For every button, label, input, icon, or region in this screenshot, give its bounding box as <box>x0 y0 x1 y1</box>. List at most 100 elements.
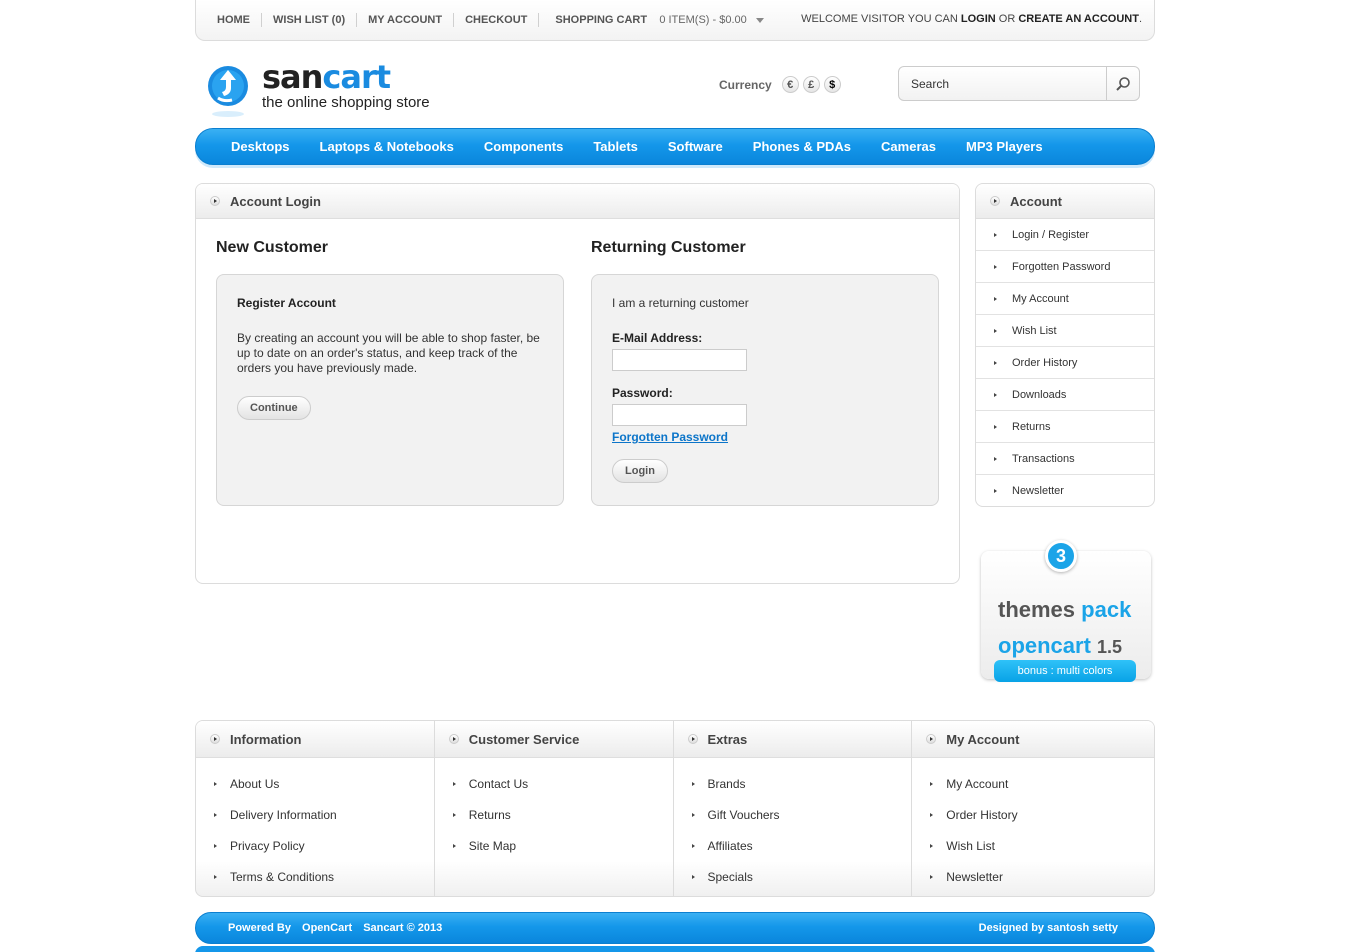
footer-link-wish-list[interactable]: Wish List <box>912 830 1154 861</box>
top-bar: HOME WISH LIST (0) MY ACCOUNT CHECKOUT S… <box>195 0 1155 41</box>
logo-part1: san <box>262 58 323 96</box>
currency-euro-button[interactable]: € <box>781 76 799 93</box>
nav-item-cameras[interactable]: Cameras <box>866 129 951 165</box>
nav-item-laptops[interactable]: Laptops & Notebooks <box>305 129 469 165</box>
banner-bonus: bonus : multi colors <box>994 660 1136 682</box>
arrow-right-icon <box>214 781 217 786</box>
welcome-prefix: WELCOME VISITOR YOU CAN <box>801 13 961 25</box>
footer-link-site-map[interactable]: Site Map <box>435 830 673 861</box>
sidebar-title: Account <box>1010 193 1062 209</box>
top-nav: HOME WISH LIST (0) MY ACCOUNT CHECKOUT S… <box>206 13 774 27</box>
search-button[interactable] <box>1106 67 1139 100</box>
top-link-my-account[interactable]: MY ACCOUNT <box>357 13 455 27</box>
returning-customer-title: Returning Customer <box>591 239 746 256</box>
register-account-title: Register Account <box>237 296 336 310</box>
footer-link-label: About Us <box>230 776 280 791</box>
footer-link-terms[interactable]: Terms & Conditions <box>196 861 434 892</box>
footer-column-my-account: My Account My Account Order History Wish… <box>912 721 1154 896</box>
footer-link-my-account[interactable]: My Account <box>912 768 1154 799</box>
copyright-text: Sancart © 2013 <box>363 922 443 934</box>
footer-link-newsletter[interactable]: Newsletter <box>912 861 1154 892</box>
arrow-right-icon <box>691 874 695 879</box>
sidebar-item-order-history[interactable]: Order History <box>976 347 1154 379</box>
themes-pack-banner[interactable]: themes pack opencart 1.5 3 bonus : multi… <box>981 540 1151 686</box>
footer-link-returns[interactable]: Returns <box>435 799 673 830</box>
site-logo[interactable]: sancart the online shopping store <box>206 58 466 118</box>
chevron-down-icon <box>755 17 764 23</box>
arrow-right-icon <box>452 843 456 848</box>
sidebar-item-downloads[interactable]: Downloads <box>976 379 1154 411</box>
footer-link-label: Returns <box>468 807 511 822</box>
footer-link-affiliates[interactable]: Affiliates <box>674 830 912 861</box>
arrow-right-icon <box>452 781 456 786</box>
arrow-right-icon <box>994 328 997 333</box>
sidebar-item-newsletter[interactable]: Newsletter <box>976 475 1154 506</box>
footer-link-privacy[interactable]: Privacy Policy <box>196 830 434 861</box>
footer-link-specials[interactable]: Specials <box>674 861 912 892</box>
sidebar-item-transactions[interactable]: Transactions <box>976 443 1154 475</box>
top-link-wishlist[interactable]: WISH LIST (0) <box>262 13 358 27</box>
create-account-link[interactable]: CREATE AN ACCOUNT <box>1018 13 1139 25</box>
arrow-right-icon <box>994 296 997 301</box>
nav-item-components[interactable]: Components <box>469 129 578 165</box>
arrow-right-icon <box>994 232 997 237</box>
account-login-heading: Account Login <box>196 184 959 219</box>
footer-column-customer-service: Customer Service Contact Us Returns Site… <box>434 721 674 896</box>
nav-item-tablets[interactable]: Tablets <box>578 129 653 165</box>
designed-by: Designed by santosh setty <box>978 922 1118 934</box>
sidebar-item-wish-list[interactable]: Wish List <box>976 315 1154 347</box>
search-input[interactable] <box>900 68 1106 99</box>
sidebar-item-label: Transactions <box>1012 452 1075 465</box>
footer-link-label: Terms & Conditions <box>230 869 335 884</box>
login-button[interactable]: Login <box>612 459 668 483</box>
shopping-cart-link[interactable]: SHOPPING CART 0 ITEM(S) - $0.00 <box>539 13 773 27</box>
sidebar-item-returns[interactable]: Returns <box>976 411 1154 443</box>
footer-heading-label: Information <box>230 731 302 747</box>
login-link[interactable]: LOGIN <box>961 13 996 25</box>
sidebar-item-forgotten-password[interactable]: Forgotten Password <box>976 251 1154 283</box>
footer-link-label: Contact Us <box>468 776 529 791</box>
password-field[interactable] <box>612 404 747 426</box>
footer-link-order-history[interactable]: Order History <box>912 799 1154 830</box>
footer-link-about-us[interactable]: About Us <box>196 768 434 799</box>
email-field[interactable] <box>612 349 747 371</box>
arrow-right-icon <box>994 360 997 365</box>
currency-label: Currency <box>719 77 772 92</box>
footer-heading: Information <box>196 721 434 758</box>
footer-link-contact-us[interactable]: Contact Us <box>435 768 673 799</box>
arrow-right-icon <box>994 264 997 269</box>
account-login-title: Account Login <box>230 193 321 209</box>
footer-link-label: Brands <box>707 776 746 791</box>
nav-item-desktops[interactable]: Desktops <box>216 129 305 165</box>
sidebar-item-label: Wish List <box>1012 324 1057 337</box>
banner-line2-b: 1.5 <box>1097 637 1123 657</box>
logo-icon <box>208 66 248 117</box>
sidebar-item-my-account[interactable]: My Account <box>976 283 1154 315</box>
bottom-strip <box>195 946 1155 952</box>
banner-line2-a: opencart <box>998 633 1098 658</box>
footer-link-label: Order History <box>946 807 1018 822</box>
footer-link-delivery[interactable]: Delivery Information <box>196 799 434 830</box>
footer-link-brands[interactable]: Brands <box>674 768 912 799</box>
opencart-link[interactable]: OpenCart <box>302 922 352 934</box>
currency-pound-button[interactable]: £ <box>802 76 820 93</box>
top-link-checkout[interactable]: CHECKOUT <box>454 13 540 27</box>
footer-link-gift-vouchers[interactable]: Gift Vouchers <box>674 799 912 830</box>
sidebar-item-label: Order History <box>1012 356 1078 369</box>
bullet-icon <box>210 196 220 206</box>
forgotten-password-link[interactable]: Forgotten Password <box>612 430 728 444</box>
top-link-home[interactable]: HOME <box>206 13 262 27</box>
sidebar-item-label: Returns <box>1012 420 1051 433</box>
bullet-icon <box>687 734 698 744</box>
footer-heading: My Account <box>912 721 1154 758</box>
returning-customer-panel: I am a returning customer E-Mail Address… <box>591 274 939 506</box>
password-label: Password: <box>612 386 673 400</box>
nav-item-phones[interactable]: Phones & PDAs <box>738 129 866 165</box>
register-account-text: By creating an account you will be able … <box>237 331 540 375</box>
currency-dollar-button[interactable]: $ <box>823 76 841 93</box>
continue-button[interactable]: Continue <box>237 396 311 420</box>
nav-item-software[interactable]: Software <box>653 129 738 165</box>
arrow-right-icon <box>930 812 934 817</box>
nav-item-mp3[interactable]: MP3 Players <box>951 129 1058 165</box>
sidebar-item-login-register[interactable]: Login / Register <box>976 219 1154 251</box>
